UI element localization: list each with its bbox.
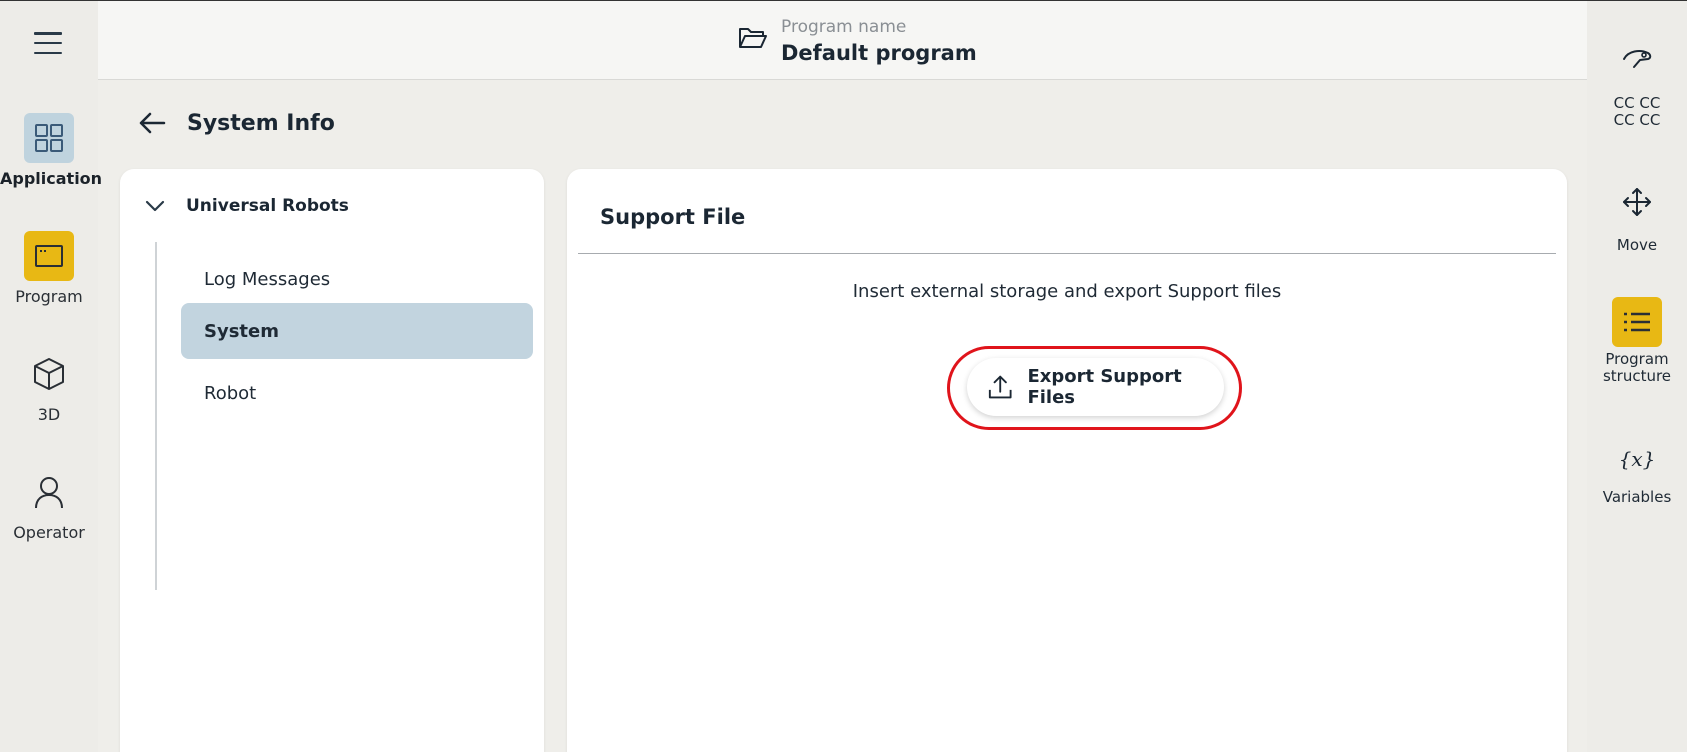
left-navigation-rail: Application Program 3D Operator: [0, 1, 103, 752]
nav-operator[interactable]: Operator: [0, 467, 98, 542]
upload-icon: [988, 375, 1012, 399]
grid-icon: [24, 113, 74, 163]
program-header: Program name Default program: [98, 1, 1587, 80]
export-support-files-button[interactable]: Export Support Files: [967, 358, 1224, 416]
program-window-icon: [24, 231, 74, 281]
variables-label: Variables: [1602, 488, 1672, 506]
person-icon: [24, 467, 74, 517]
program-structure-label-line1: Program: [1605, 350, 1669, 368]
open-folder-icon[interactable]: [738, 25, 768, 55]
robot-label-line2: CC CC: [1613, 111, 1661, 129]
section-divider: [578, 253, 1556, 254]
cube-icon: [24, 349, 74, 399]
tree-item-log-messages[interactable]: Log Messages: [181, 251, 533, 307]
tree-item-system[interactable]: System: [181, 303, 533, 359]
hamburger-menu-icon[interactable]: [30, 27, 66, 59]
right-tool-rail: CC CC CC CC Move Program structure {x} V…: [1587, 1, 1687, 752]
section-title: Support File: [600, 205, 746, 229]
move-label: Move: [1616, 236, 1658, 254]
system-info-tree-panel: Universal Robots Log Messages System Rob…: [120, 169, 544, 752]
tree-root-universal-robots[interactable]: Universal Robots: [144, 189, 349, 223]
tree-root-label: Universal Robots: [186, 196, 349, 216]
variables-icon: {x}: [1618, 447, 1656, 471]
nav-operator-label: Operator: [13, 523, 85, 542]
move-button[interactable]: Move: [1587, 179, 1687, 254]
program-structure-button[interactable]: Program structure: [1587, 297, 1687, 385]
tree-connector-line: [155, 242, 157, 590]
robot-label-line1: CC CC: [1613, 94, 1661, 112]
robot-status-button[interactable]: CC CC CC CC: [1587, 39, 1687, 129]
tree-item-robot[interactable]: Robot: [181, 365, 533, 421]
program-name-caption: Program name: [781, 17, 907, 37]
chevron-down-icon: [145, 200, 165, 212]
tree-item-label: Log Messages: [204, 268, 331, 290]
list-icon: [1612, 297, 1662, 347]
nav-3d-label: 3D: [37, 405, 61, 424]
back-arrow-icon[interactable]: [138, 111, 166, 139]
nav-program-label: Program: [15, 287, 83, 306]
program-name[interactable]: Default program: [781, 41, 977, 65]
tree-item-label: System: [204, 320, 279, 342]
page-title: System Info: [187, 111, 335, 136]
nav-application-label: Application: [0, 169, 103, 188]
move-arrows-icon: [1612, 179, 1662, 225]
tree-item-label: Robot: [204, 382, 257, 404]
robot-arm-icon: [1612, 39, 1662, 77]
nav-program[interactable]: Program: [0, 231, 98, 306]
support-file-panel: Support File Insert external storage and…: [567, 169, 1567, 752]
nav-application[interactable]: Application: [0, 113, 103, 188]
support-instructions: Insert external storage and export Suppo…: [852, 281, 1282, 302]
nav-3d[interactable]: 3D: [0, 349, 98, 424]
export-button-label: Export Support Files: [1027, 366, 1182, 408]
variables-button[interactable]: {x} Variables: [1587, 441, 1687, 506]
program-structure-label-line2: structure: [1602, 367, 1672, 385]
